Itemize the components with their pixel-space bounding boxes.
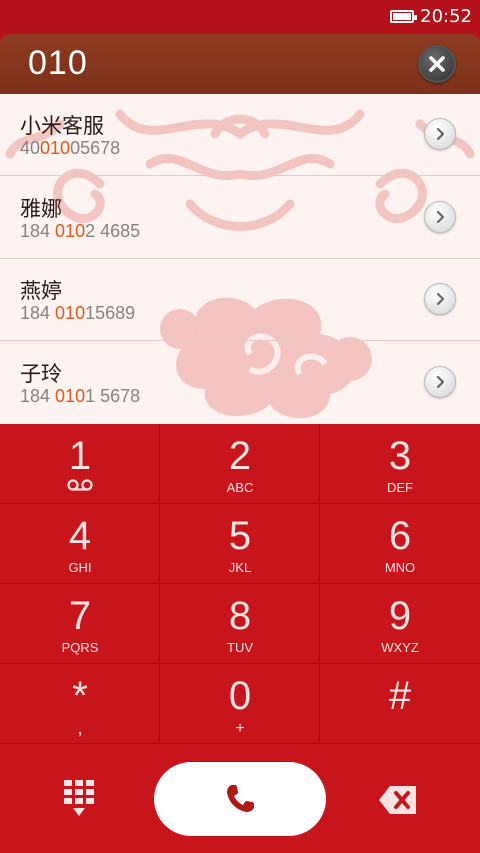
key-letters: MNO [384,560,416,575]
key-letters: JKL [228,560,252,575]
chevron-right-icon [436,375,445,389]
voicemail-icon [67,479,93,491]
contact-row[interactable]: 雅娜 184 0102 4685 [0,177,480,259]
contact-number: 184 0102 4685 [20,221,141,241]
bottom-action-bar [0,746,480,853]
key-star[interactable]: * , [0,664,160,744]
key-4[interactable]: 4 GHI [0,504,160,584]
contact-number: 184 0101 5678 [20,386,141,406]
backspace-icon [379,786,416,814]
key-3[interactable]: 3 DEF [320,424,480,504]
number-match-highlight: 010 [40,138,71,158]
contact-detail-button[interactable] [424,201,456,233]
dial-keypad: 1 2 ABC 3 DEF 4 GHI 5 JKL 6 MNO 7 PQRS 8… [0,424,480,746]
key-digit: 3 [388,434,412,478]
key-letters: WXYZ [381,640,419,655]
contact-suggestions: 小米客服 4001005678 雅娜 184 0102 4685 燕婷 184 … [0,94,480,424]
key-digit: 6 [388,514,412,558]
key-digit: 7 [68,594,92,638]
number-match-highlight: 010 [55,303,86,323]
key-digit: 5 [228,514,252,558]
key-digit: 9 [388,594,412,638]
key-digit: # [388,674,412,718]
key-letters: ABC [226,480,254,495]
clear-icon [429,56,445,72]
contact-name: 雅娜 [20,197,62,221]
key-letters: GHI [68,560,92,575]
key-digit: 8 [228,594,252,638]
contact-detail-button[interactable] [424,366,456,398]
key-digit: 2 [228,434,252,478]
key-digit: 1 [68,434,92,478]
key-hash[interactable]: # [320,664,480,744]
key-digit: * [72,674,88,718]
clock: 20:52 [420,6,472,27]
contact-name: 小米客服 [20,114,104,138]
chevron-right-icon [436,127,445,141]
keypad-toggle-button[interactable] [58,778,100,820]
contact-number: 184 01015689 [20,303,136,323]
contact-row[interactable]: 小米客服 4001005678 [0,94,480,176]
number-match-highlight: 010 [55,221,86,241]
number-match-highlight: 010 [55,386,86,406]
key-letters: DEF [387,480,413,495]
clear-number-button[interactable] [418,45,456,83]
key-letters: PQRS [61,640,99,655]
key-5[interactable]: 5 JKL [160,504,320,584]
dialed-number-bar: 010 [0,34,480,94]
contact-row[interactable]: 燕婷 184 01015689 [0,259,480,341]
key-9[interactable]: 9 WXYZ [320,584,480,664]
keypad-grid-icon [64,780,94,816]
key-letters: , [77,718,83,738]
contact-detail-button[interactable] [424,283,456,315]
backspace-button[interactable] [376,780,420,820]
key-letters: + [235,720,245,737]
contact-row[interactable]: 子玲 184 0101 5678 [0,342,480,424]
key-6[interactable]: 6 MNO [320,504,480,584]
key-0[interactable]: 0 + [160,664,320,744]
battery-icon [390,10,418,23]
key-8[interactable]: 8 TUV [160,584,320,664]
key-1[interactable]: 1 [0,424,160,504]
chevron-right-icon [436,210,445,224]
key-digit: 0 [228,674,252,718]
key-2[interactable]: 2 ABC [160,424,320,504]
call-button[interactable] [154,762,326,836]
key-digit: 4 [68,514,92,558]
contact-number: 4001005678 [20,138,121,158]
phone-icon [227,785,254,812]
contact-detail-button[interactable] [424,118,456,150]
key-letters: TUV [227,640,253,655]
contact-name: 子玲 [20,362,62,386]
chevron-right-icon [436,292,445,306]
key-7[interactable]: 7 PQRS [0,584,160,664]
dialed-number: 010 [28,44,88,82]
contact-name: 燕婷 [20,279,62,303]
status-bar: 20:52 [0,0,480,34]
status-indicators: 20:52 [390,6,472,27]
